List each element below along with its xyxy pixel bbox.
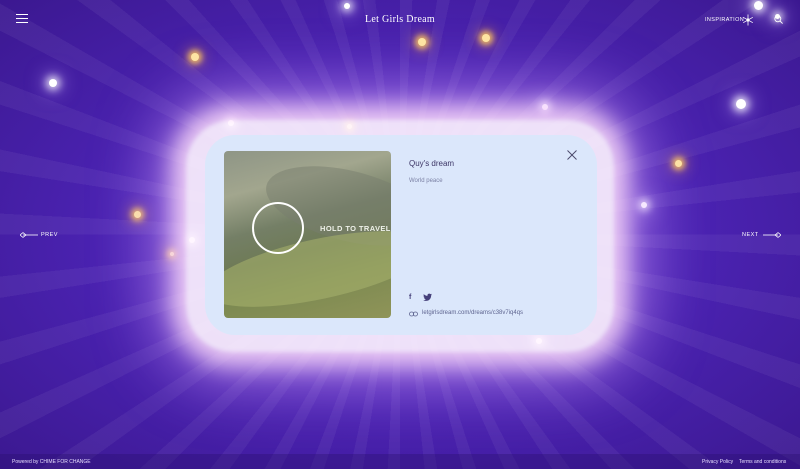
- close-icon[interactable]: [566, 149, 578, 161]
- dream-link-text[interactable]: letgirlsdream.com/dreams/c38v7iq4qs: [422, 310, 523, 316]
- facebook-icon[interactable]: f: [409, 294, 411, 301]
- prev-button[interactable]: PREV: [20, 230, 65, 240]
- star: [49, 79, 57, 87]
- star: [191, 53, 199, 61]
- footer: Powered by CHIME FOR CHANGE Privacy Poli…: [0, 454, 800, 469]
- terms-link[interactable]: Terms and conditions: [739, 459, 786, 465]
- star: [641, 202, 647, 208]
- star: [170, 252, 174, 256]
- top-bar: Let Girls Dream INSPIRATION: [0, 0, 800, 42]
- star: [134, 211, 141, 218]
- powered-by-text: Powered by CHIME FOR CHANGE: [12, 459, 91, 465]
- arrow-right-icon: [763, 232, 781, 238]
- privacy-policy-link[interactable]: Privacy Policy: [702, 459, 733, 465]
- star: [542, 104, 548, 110]
- link-icon: [409, 311, 418, 317]
- next-label: NEXT: [742, 232, 759, 238]
- search-icon[interactable]: [774, 15, 783, 24]
- inspiration-link[interactable]: INSPIRATION: [705, 17, 744, 23]
- arrow-left-icon: [20, 232, 38, 238]
- star: [736, 99, 746, 109]
- twitter-icon[interactable]: [423, 293, 432, 302]
- site-title[interactable]: Let Girls Dream: [0, 14, 800, 25]
- prev-label: PREV: [41, 232, 58, 238]
- sparkle-icon[interactable]: [742, 14, 754, 26]
- dream-text: World peace: [409, 178, 443, 184]
- next-button[interactable]: NEXT: [740, 230, 785, 240]
- star: [675, 160, 682, 167]
- hold-to-travel-label: HOLD TO TRAVEL: [320, 224, 391, 233]
- dream-title: Quy's dream: [409, 159, 455, 168]
- dream-video[interactable]: HOLD TO TRAVEL: [224, 151, 391, 318]
- hold-to-travel-ring[interactable]: [252, 202, 304, 254]
